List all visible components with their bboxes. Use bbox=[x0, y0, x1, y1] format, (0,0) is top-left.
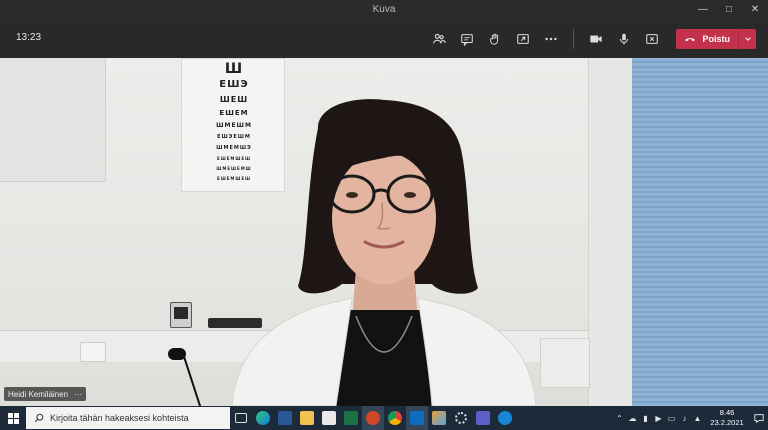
camera-button[interactable] bbox=[582, 28, 610, 50]
leave-main[interactable]: Poistu bbox=[676, 29, 738, 49]
search-icon bbox=[34, 413, 44, 423]
notifications-button[interactable] bbox=[750, 406, 768, 430]
battery-icon[interactable]: ▭ bbox=[665, 406, 678, 430]
share-tray-button[interactable] bbox=[638, 28, 666, 50]
maximize-button[interactable]: □ bbox=[716, 0, 742, 18]
system-tray: ⌃ ☁ ▮ ▶ ▭ ♪ ▲ 8.46 23.2.2021 bbox=[613, 406, 768, 430]
share-icon bbox=[517, 34, 530, 44]
taskbar-app-task-view[interactable] bbox=[230, 406, 252, 430]
microphone-button[interactable] bbox=[610, 28, 638, 50]
taskbar-app-help[interactable] bbox=[494, 406, 516, 430]
participant-name: Heidi Kemiläinen bbox=[8, 389, 69, 399]
white-coat-right bbox=[417, 297, 537, 406]
camera-icon bbox=[590, 35, 603, 43]
chat-icon bbox=[461, 34, 474, 46]
chevron-down-icon bbox=[744, 37, 751, 41]
notification-icon bbox=[754, 414, 764, 423]
call-controls: Poistu bbox=[425, 28, 756, 50]
video-feed: Ш ЕШЭ ШЕШ ЕШЕМ ШМЕШМ ЕШЭЕШМ ШМЕМШЭ ЕШЕМШ… bbox=[0, 58, 768, 406]
windows-logo-icon bbox=[7, 412, 19, 424]
taskbar-app-powerpoint[interactable] bbox=[362, 406, 384, 430]
minimize-button[interactable]: — bbox=[690, 0, 716, 18]
taskbar-app-store[interactable] bbox=[318, 406, 340, 430]
more-icon bbox=[545, 37, 558, 41]
cloud-icon[interactable]: ☁ bbox=[626, 406, 639, 430]
gear-icon bbox=[455, 412, 467, 424]
taskbar-app-teams[interactable] bbox=[472, 406, 494, 430]
taskbar-app-excel[interactable] bbox=[340, 406, 362, 430]
clock-date: 23.2.2021 bbox=[710, 418, 744, 427]
chat-button[interactable] bbox=[453, 28, 481, 50]
teams-icon bbox=[476, 411, 490, 425]
usb-icon[interactable]: ▮ bbox=[639, 406, 652, 430]
participant-more-icon[interactable]: ··· bbox=[74, 390, 82, 399]
face bbox=[332, 152, 436, 284]
leave-options-button[interactable] bbox=[738, 29, 756, 49]
paint-icon bbox=[432, 411, 446, 425]
call-toolbar: 13:23 Poistu bbox=[0, 18, 768, 58]
store-icon bbox=[322, 411, 336, 425]
start-button[interactable] bbox=[0, 406, 26, 430]
hang-up-icon bbox=[685, 38, 696, 42]
black-top bbox=[336, 310, 432, 406]
excel-icon bbox=[344, 411, 358, 425]
toolbar-divider bbox=[573, 29, 575, 49]
network-icon[interactable]: ▲ bbox=[691, 406, 704, 430]
word-icon bbox=[278, 411, 292, 425]
close-button[interactable]: ✕ bbox=[742, 0, 768, 18]
taskbar-app-settings[interactable] bbox=[450, 406, 472, 430]
outlook-icon bbox=[410, 411, 424, 425]
taskbar-app-edge[interactable] bbox=[252, 406, 274, 430]
window-title: Kuva bbox=[372, 3, 396, 15]
participants-icon bbox=[433, 33, 447, 44]
taskbar-clock[interactable]: 8.46 23.2.2021 bbox=[704, 408, 750, 428]
taskbar-app-outlook[interactable] bbox=[406, 406, 428, 430]
participant-video bbox=[231, 99, 537, 406]
chevron-up-icon[interactable]: ⌃ bbox=[613, 406, 626, 430]
call-timer: 13:23 bbox=[16, 32, 42, 43]
folder-icon bbox=[300, 411, 314, 425]
raise-hand-button[interactable] bbox=[481, 28, 509, 50]
chrome-icon bbox=[388, 411, 402, 425]
windows-taskbar: Kirjoita tähän hakeaksesi kohteista ⌃ ☁ … bbox=[0, 406, 768, 430]
taskbar-app-chrome[interactable] bbox=[384, 406, 406, 430]
raise-hand-icon bbox=[490, 33, 499, 45]
help-icon bbox=[498, 411, 512, 425]
bluetooth-icon[interactable]: ▶ bbox=[652, 406, 665, 430]
window-titlebar: Kuva — □ ✕ bbox=[0, 0, 768, 18]
microphone-icon bbox=[620, 33, 629, 45]
share-tray-icon bbox=[646, 34, 659, 44]
search-placeholder: Kirjoita tähän hakeaksesi kohteista bbox=[50, 413, 189, 423]
taskbar-search[interactable]: Kirjoita tähän hakeaksesi kohteista bbox=[26, 407, 230, 429]
white-coat bbox=[231, 297, 353, 406]
left-eye bbox=[346, 192, 358, 198]
powerpoint-icon bbox=[366, 411, 380, 425]
participants-button[interactable] bbox=[425, 28, 453, 50]
volume-icon[interactable]: ♪ bbox=[678, 406, 691, 430]
taskbar-app-file-explorer[interactable] bbox=[296, 406, 318, 430]
share-button[interactable] bbox=[509, 28, 537, 50]
participant-name-tag[interactable]: Heidi Kemiläinen ··· bbox=[4, 387, 87, 401]
task-view-icon bbox=[235, 413, 247, 423]
right-eye bbox=[404, 192, 416, 198]
more-actions-button[interactable] bbox=[537, 28, 565, 50]
clock-time: 8.46 bbox=[719, 408, 735, 417]
taskbar-app-paint[interactable] bbox=[428, 406, 450, 430]
window-controls: — □ ✕ bbox=[690, 0, 768, 18]
leave-label: Poistu bbox=[702, 34, 730, 44]
taskbar-app-word[interactable] bbox=[274, 406, 296, 430]
leave-button[interactable]: Poistu bbox=[676, 29, 756, 49]
edge-icon bbox=[256, 411, 270, 425]
